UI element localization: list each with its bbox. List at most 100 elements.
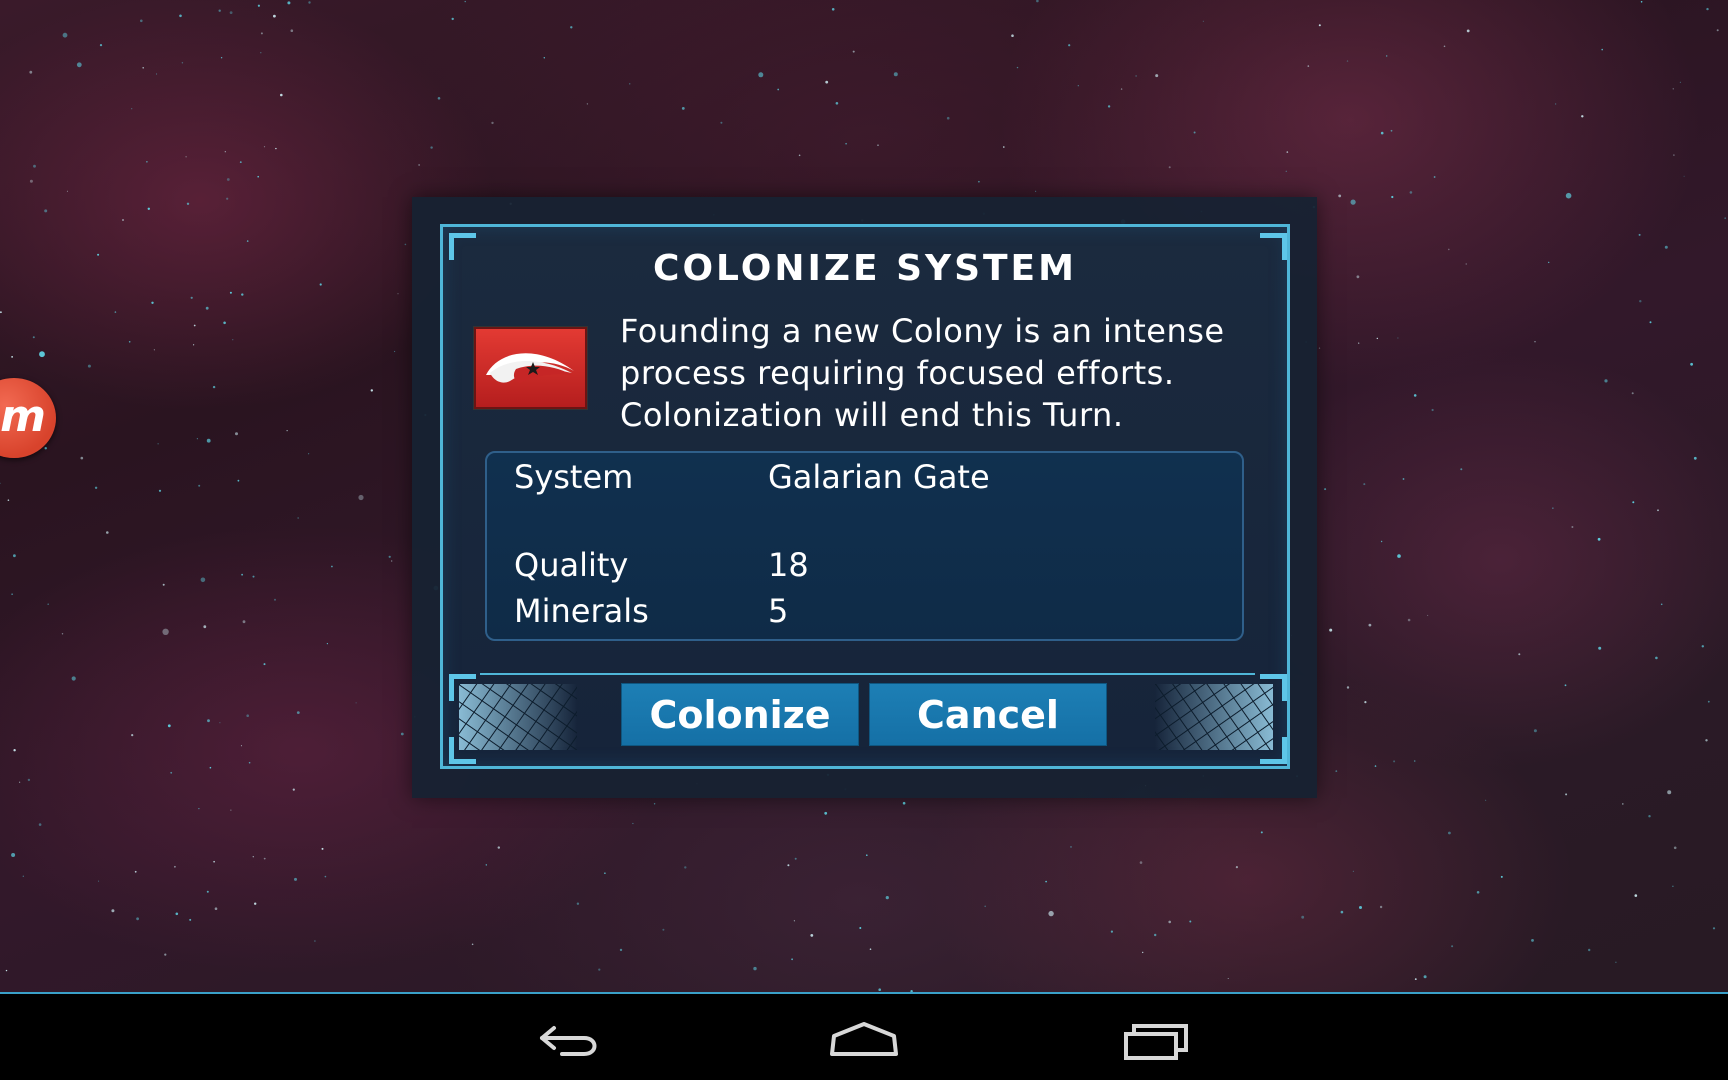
star <box>1534 341 1536 343</box>
star <box>1120 88 1123 90</box>
star <box>206 438 211 443</box>
star <box>239 161 242 164</box>
star <box>61 633 64 635</box>
star <box>1318 347 1321 349</box>
star <box>257 4 260 7</box>
star <box>1701 645 1705 648</box>
star <box>39 351 45 358</box>
star <box>1664 245 1668 249</box>
star <box>1707 700 1710 703</box>
star <box>1363 483 1366 486</box>
star <box>175 912 179 916</box>
star <box>1533 729 1537 733</box>
star <box>1433 176 1436 178</box>
cancel-button[interactable]: Cancel <box>869 683 1107 746</box>
star <box>296 711 300 714</box>
star <box>984 905 986 908</box>
star <box>147 207 150 210</box>
star <box>1154 933 1157 937</box>
star <box>586 103 589 105</box>
star <box>106 531 109 534</box>
star <box>140 19 143 23</box>
star <box>241 573 244 576</box>
star <box>179 14 182 18</box>
star <box>206 890 209 893</box>
minerals-value: 5 <box>768 592 789 630</box>
star <box>167 724 171 728</box>
star <box>308 1 311 4</box>
star <box>1448 831 1451 835</box>
star <box>213 860 215 863</box>
star <box>1615 961 1617 963</box>
side-badge-letter: m <box>0 391 46 442</box>
star <box>471 943 474 946</box>
star <box>1622 803 1624 805</box>
star <box>1604 379 1608 383</box>
star <box>1036 0 1039 3</box>
star <box>1601 48 1603 51</box>
star <box>604 872 606 874</box>
star <box>0 311 2 314</box>
star <box>400 732 404 736</box>
star <box>200 577 206 583</box>
star <box>355 702 357 704</box>
star <box>878 988 881 991</box>
star <box>1376 337 1379 340</box>
quality-value: 18 <box>768 546 809 584</box>
star <box>246 714 249 717</box>
star <box>223 321 226 325</box>
description-line: Colonization will end this Turn. <box>620 396 1124 434</box>
star <box>290 29 294 32</box>
star <box>1598 646 1602 650</box>
star <box>451 17 454 21</box>
star <box>164 953 167 956</box>
star <box>1552 507 1554 509</box>
star <box>32 336 35 339</box>
star <box>47 603 49 605</box>
star <box>1409 191 1413 194</box>
comet-star-emblem-icon <box>486 353 574 383</box>
star <box>1639 300 1642 303</box>
star <box>1358 342 1360 344</box>
star <box>246 240 249 242</box>
star <box>196 438 198 440</box>
colonize-button[interactable]: Colonize <box>621 683 859 746</box>
star <box>418 164 420 166</box>
mesh-decoration-left-icon <box>459 684 577 750</box>
star <box>576 902 580 905</box>
star <box>619 948 623 952</box>
star <box>1588 948 1591 952</box>
star <box>1346 60 1349 62</box>
star <box>186 202 190 205</box>
star <box>237 479 240 482</box>
star <box>1673 846 1677 850</box>
star <box>629 83 631 85</box>
star <box>1402 478 1405 480</box>
star <box>1413 760 1416 762</box>
star <box>1407 618 1411 622</box>
home-icon[interactable] <box>824 1012 904 1064</box>
star <box>1356 275 1360 279</box>
recents-icon[interactable] <box>1116 1012 1196 1064</box>
star <box>162 583 165 586</box>
star <box>877 144 879 146</box>
star <box>128 341 131 343</box>
star <box>946 116 950 120</box>
star <box>252 575 255 578</box>
star <box>136 917 140 921</box>
star <box>11 356 14 358</box>
star <box>319 283 322 286</box>
back-icon[interactable] <box>532 1012 612 1064</box>
star <box>1657 509 1659 512</box>
star <box>134 870 137 873</box>
star <box>570 26 573 29</box>
star <box>1324 488 1327 491</box>
star <box>370 389 373 392</box>
star <box>1035 190 1037 192</box>
star <box>235 432 238 436</box>
star <box>1672 88 1674 90</box>
star <box>1554 103 1557 105</box>
star <box>662 928 665 931</box>
star <box>653 803 656 805</box>
star <box>866 854 868 856</box>
